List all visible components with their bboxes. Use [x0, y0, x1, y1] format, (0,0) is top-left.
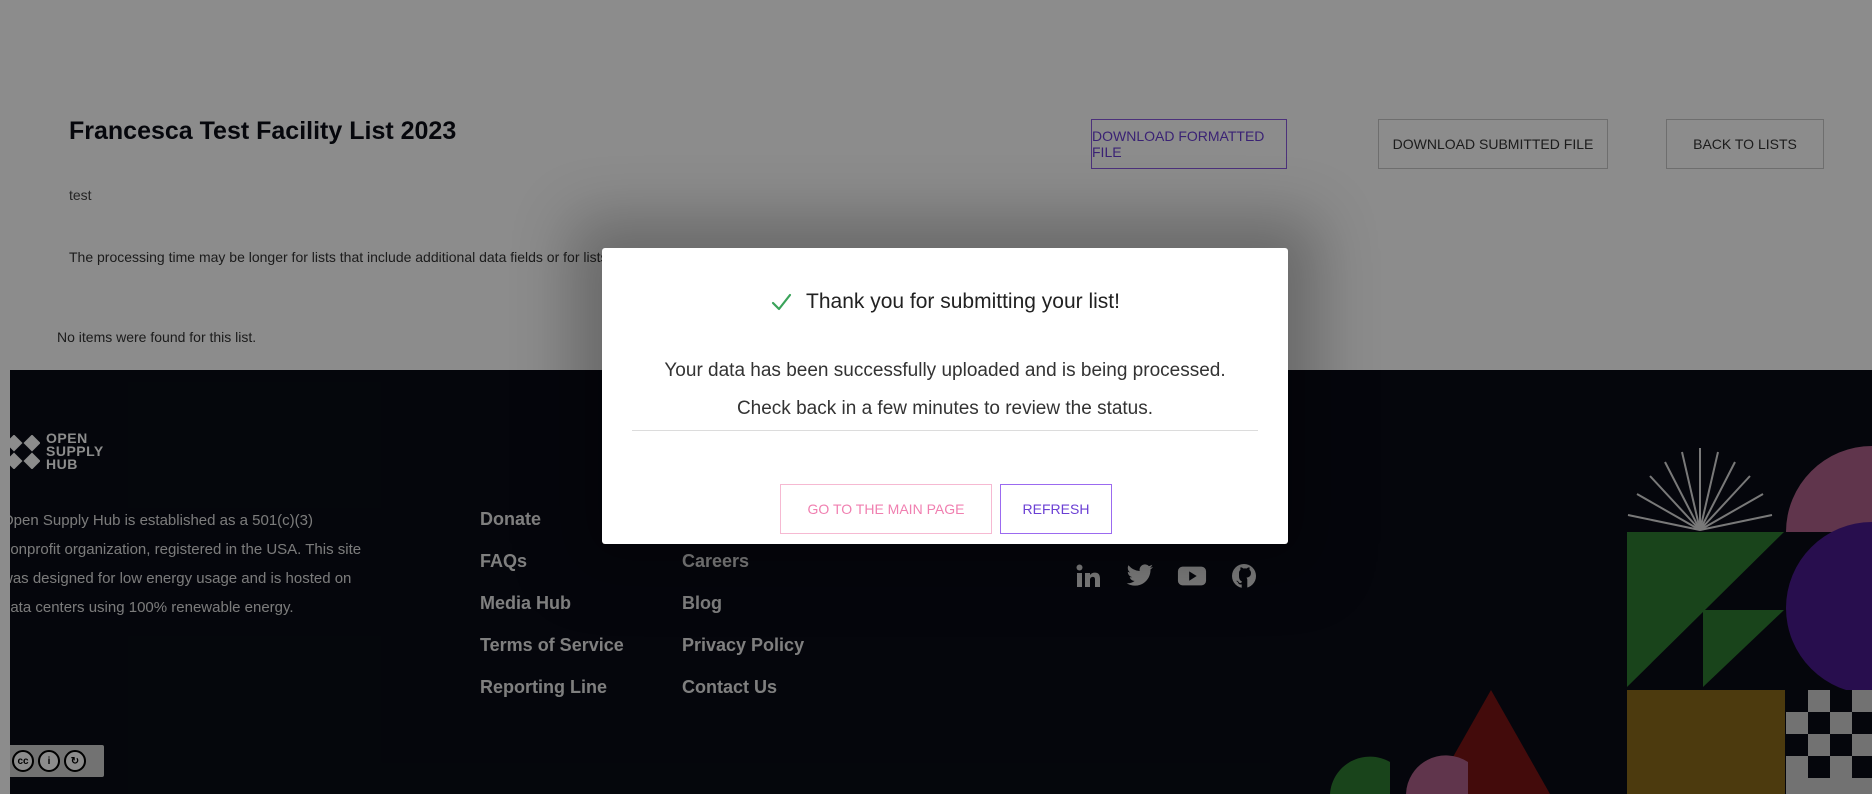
dialog-title-text: Thank you for submitting your list!	[806, 290, 1120, 313]
go-to-main-page-button[interactable]: GO TO THE MAIN PAGE	[780, 484, 992, 534]
dialog-title: Thank you for submitting your list!	[602, 290, 1288, 314]
dialog-divider	[632, 430, 1258, 431]
refresh-button[interactable]: REFRESH	[1000, 484, 1112, 534]
dialog-message: Your data has been successfully uploaded…	[602, 352, 1288, 428]
submission-success-dialog: Thank you for submitting your list! Your…	[602, 248, 1288, 544]
dialog-message-line-1: Your data has been successfully uploaded…	[664, 360, 1226, 381]
dialog-message-line-2: Check back in a few minutes to review th…	[736, 398, 1154, 419]
check-icon	[771, 293, 792, 311]
